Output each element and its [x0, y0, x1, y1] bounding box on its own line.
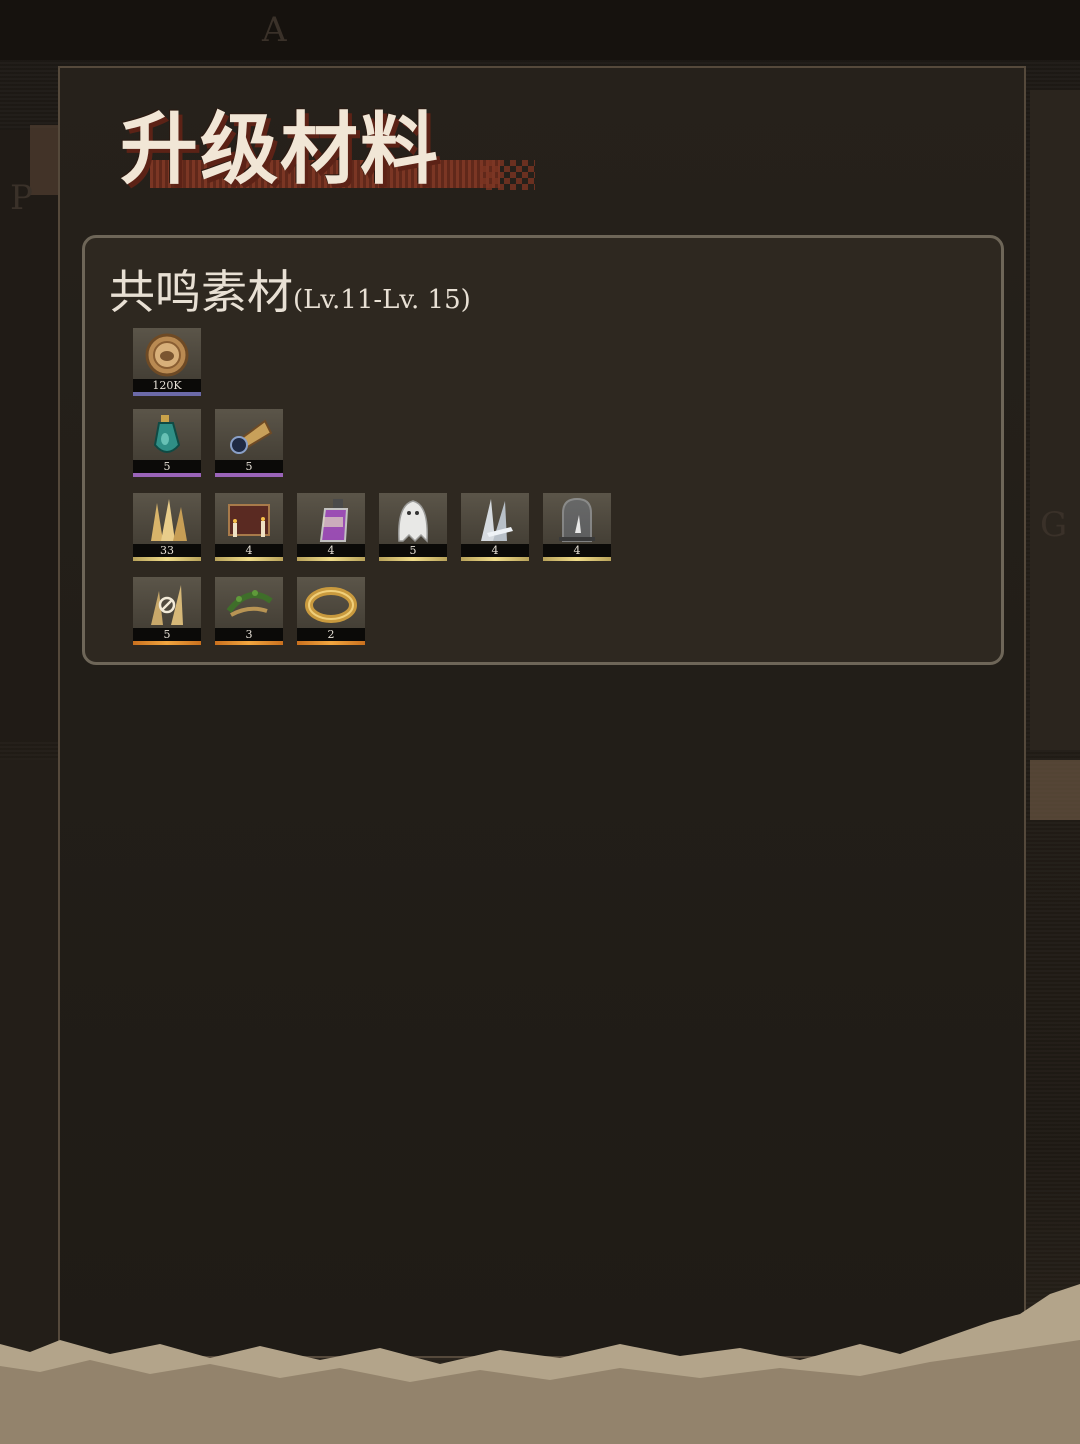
bg-patch [0, 130, 58, 740]
bg-patch [1030, 760, 1080, 820]
item-count: 120K [133, 379, 201, 392]
material-row-3: 33 4 4 5 4 4 [133, 493, 611, 561]
item-count: 5 [215, 460, 283, 473]
blades-icon [469, 497, 521, 543]
material-item-golden-ring[interactable]: 2 [297, 577, 365, 645]
ghost-cloth-icon [387, 497, 439, 543]
rarity-bar [297, 557, 365, 561]
panel-title-text: 共鸣素材 [109, 265, 293, 319]
item-count: 3 [215, 628, 283, 641]
rarity-bar [133, 557, 201, 561]
material-item-white-ghost-cloth[interactable]: 5 [379, 493, 447, 561]
material-item-laurel-wreath[interactable]: 3 [215, 577, 283, 645]
item-count: 5 [379, 544, 447, 557]
torn-paper-edge [0, 1284, 1080, 1444]
laurel-wreath-icon [223, 581, 275, 627]
item-count: 2 [297, 628, 365, 641]
rarity-bar [461, 557, 529, 561]
page-title: 升级材料 [120, 104, 441, 195]
item-count: 5 [133, 628, 201, 641]
rarity-bar [133, 392, 201, 396]
rarity-bar [215, 557, 283, 561]
material-item-gilded-spikes[interactable]: 5 [133, 577, 201, 645]
bg-patch [0, 0, 1080, 60]
rarity-bar [215, 473, 283, 477]
title-block: 升级材料 [120, 100, 540, 200]
material-row-2: 5 5 [133, 409, 283, 477]
page: A P G 升级材料 共鸣素材(Lv.11-Lv. 15) 120K 5 5 3… [0, 0, 1080, 1444]
rarity-bar [543, 557, 611, 561]
rarity-bar [133, 641, 201, 645]
material-item-golden-crystal-cluster[interactable]: 33 [133, 493, 201, 561]
bg-decoration: P [10, 178, 33, 218]
material-item-teal-flask-vial[interactable]: 5 [133, 409, 201, 477]
material-item-silver-blades[interactable]: 4 [461, 493, 529, 561]
material-item-glass-bell-jar[interactable]: 4 [543, 493, 611, 561]
material-row-4: 5 3 2 [133, 577, 365, 645]
material-item-purple-potion-bottle[interactable]: 4 [297, 493, 365, 561]
item-count: 4 [461, 544, 529, 557]
item-count: 33 [133, 544, 201, 557]
bg-decoration: A [262, 10, 287, 50]
flask-icon [141, 413, 193, 459]
level-range: (Lv.11-Lv. 15) [293, 285, 471, 315]
horn-icon [223, 413, 275, 459]
candle-book-icon [223, 497, 275, 543]
bg-patch [0, 760, 58, 1360]
gilded-spikes-icon [141, 581, 193, 627]
material-row-1: 120K [133, 328, 201, 396]
bg-patch [1030, 90, 1080, 750]
item-count: 4 [297, 544, 365, 557]
rarity-bar [133, 473, 201, 477]
rarity-bar [297, 641, 365, 645]
potion-bottle-icon [305, 497, 357, 543]
title-pixel-pattern [480, 160, 535, 190]
gold-medal-coin-icon [141, 332, 193, 378]
material-item-candle-book-tome[interactable]: 4 [215, 493, 283, 561]
panel-title: 共鸣素材(Lv.11-Lv. 15) [109, 256, 471, 322]
rarity-bar [215, 641, 283, 645]
material-item-gold-medal-coin[interactable]: 120K [133, 328, 201, 396]
rarity-bar [379, 557, 447, 561]
item-count: 4 [543, 544, 611, 557]
item-count: 5 [133, 460, 201, 473]
material-item-gramophone-horn[interactable]: 5 [215, 409, 283, 477]
crystal-cluster-icon [141, 497, 193, 543]
golden-ring-icon [305, 581, 357, 627]
bell-jar-icon [551, 497, 603, 543]
materials-panel: 共鸣素材(Lv.11-Lv. 15) 120K 5 5 33 4 4 5 4 4… [82, 235, 1004, 665]
item-count: 4 [215, 544, 283, 557]
bg-decoration: G [1040, 505, 1068, 545]
